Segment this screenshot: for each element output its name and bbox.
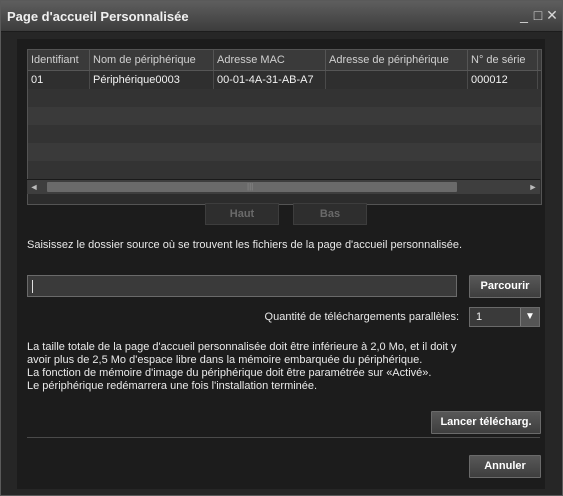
divider: [27, 437, 540, 438]
column-header-m[interactable]: M: [538, 50, 541, 70]
move-down-button[interactable]: Bas: [293, 203, 367, 225]
maximize-icon[interactable]: □: [531, 6, 545, 24]
scroll-grip-icon: |||: [247, 182, 254, 191]
window-title: Page d'accueil Personnalisée: [7, 9, 189, 24]
cell-identifiant: 01: [28, 71, 90, 89]
dialog-content: Identifiant Nom de périphérique Adresse …: [17, 39, 545, 489]
source-folder-label: Saisissez le dossier source où se trouve…: [27, 239, 463, 251]
info-text: La taille totale de la page d'accueil pe…: [27, 341, 497, 393]
source-folder-input[interactable]: [27, 275, 457, 297]
table-row[interactable]: 01 Périphérique0003 00-01-4A-31-AB-A7 00…: [28, 71, 541, 89]
table-row-empty: [28, 125, 541, 143]
table-row-empty: [28, 143, 541, 161]
browse-button[interactable]: Parcourir: [469, 275, 541, 298]
column-header-serie[interactable]: N° de série: [468, 50, 538, 70]
table-row-empty: [28, 161, 541, 179]
cell-mac: 00-01-4A-31-AB-A7: [214, 71, 326, 89]
chevron-down-icon[interactable]: ▼: [520, 308, 539, 326]
table-row-empty: [28, 107, 541, 125]
close-icon[interactable]: ✕: [545, 6, 559, 24]
start-upload-button[interactable]: Lancer télécharg.: [431, 411, 541, 434]
table-row-empty: [28, 89, 541, 107]
cell-adresse: [326, 71, 468, 89]
column-header-identifiant[interactable]: Identifiant: [28, 50, 90, 70]
column-header-adresse[interactable]: Adresse de périphérique: [326, 50, 468, 70]
title-bar[interactable]: Page d'accueil Personnalisée _ □ ✕: [1, 1, 562, 32]
info-line: La taille totale de la page d'accueil pe…: [27, 341, 457, 353]
dialog-window: Page d'accueil Personnalisée _ □ ✕ Ident…: [0, 0, 563, 496]
info-line: avoir plus de 2,5 Mo d'espace libre dans…: [27, 354, 423, 366]
cancel-button[interactable]: Annuler: [469, 455, 541, 478]
scroll-left-icon[interactable]: ◄: [27, 180, 41, 194]
text-caret: [32, 280, 33, 293]
cell-m: S: [538, 71, 541, 89]
info-line: Le périphérique redémarrera une fois l'i…: [27, 380, 318, 392]
table-header: Identifiant Nom de périphérique Adresse …: [28, 50, 541, 71]
parallel-downloads-select[interactable]: 1 ▼: [469, 307, 540, 327]
scroll-thumb[interactable]: |||: [47, 182, 457, 192]
horizontal-scrollbar[interactable]: ◄ ||| ►: [27, 179, 540, 194]
cell-serie: 000012: [468, 71, 538, 89]
cell-nom: Périphérique0003: [90, 71, 214, 89]
parallel-downloads-value: 1: [476, 311, 483, 323]
info-line: La fonction de mémoire d'image du périph…: [27, 367, 432, 379]
scroll-right-icon[interactable]: ►: [526, 180, 540, 194]
minimize-icon[interactable]: _: [517, 6, 531, 24]
column-header-nom[interactable]: Nom de périphérique: [90, 50, 214, 70]
column-header-mac[interactable]: Adresse MAC: [214, 50, 326, 70]
parallel-downloads-label: Quantité de téléchargements parallèles:: [264, 311, 459, 323]
move-up-button[interactable]: Haut: [205, 203, 279, 225]
